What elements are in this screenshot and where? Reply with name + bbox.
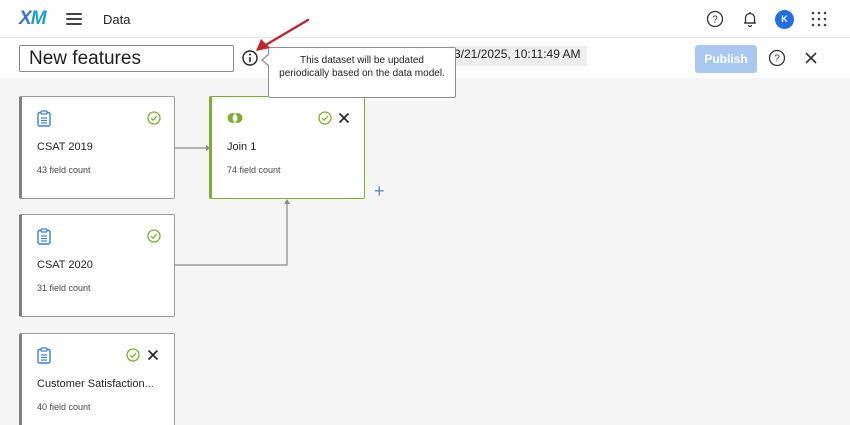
dataset-card-customer-satisfaction[interactable]: Customer Satisfaction... 40 field count — [19, 333, 175, 425]
publish-button[interactable]: Publish — [695, 45, 757, 73]
card-field-count: 43 field count — [37, 165, 91, 175]
close-icon[interactable] — [804, 51, 818, 65]
card-title: Customer Satisfaction... — [37, 378, 154, 390]
card-field-count: 31 field count — [37, 283, 91, 293]
check-circle-icon — [318, 111, 332, 125]
remove-icon[interactable] — [338, 112, 350, 124]
svg-text:?: ? — [712, 15, 718, 26]
xm-logo[interactable]: XM — [19, 8, 47, 30]
hamburger-icon[interactable] — [66, 13, 82, 25]
bell-icon[interactable] — [741, 10, 759, 28]
last-updated-timestamp: 3/21/2025, 10:11:49 AM — [448, 46, 587, 66]
add-step-plus-icon[interactable]: + — [374, 182, 385, 200]
clipboard-icon — [37, 347, 51, 364]
join-icon — [227, 113, 243, 123]
card-field-count: 40 field count — [37, 402, 91, 412]
svg-text:?: ? — [774, 54, 780, 65]
card-title: Join 1 — [227, 141, 257, 153]
top-bar: XM Data ? K — [0, 0, 850, 38]
check-circle-icon — [147, 111, 161, 125]
check-circle-icon — [147, 229, 161, 243]
clipboard-icon — [37, 110, 51, 127]
clipboard-icon — [37, 228, 51, 245]
join-card-join-1[interactable]: Join 1 74 field count — [209, 96, 365, 199]
user-avatar[interactable]: K — [775, 10, 794, 29]
check-circle-icon — [126, 348, 140, 362]
help-icon[interactable]: ? — [706, 10, 724, 28]
card-field-count: 74 field count — [227, 165, 281, 175]
card-title: CSAT 2019 — [37, 141, 93, 153]
dataset-card-csat-2019[interactable]: CSAT 2019 43 field count — [19, 96, 175, 199]
annotation-arrow-icon — [256, 18, 310, 51]
dataset-name-input[interactable] — [19, 45, 234, 72]
apps-grid-icon[interactable] — [810, 10, 828, 28]
data-model-canvas[interactable]: CSAT 2019 43 field count Join 1 74 field… — [0, 78, 850, 425]
logo-x: X — [19, 8, 32, 29]
remove-icon[interactable] — [147, 349, 159, 361]
help-icon[interactable]: ? — [768, 49, 786, 67]
app-title: Data — [103, 12, 131, 27]
card-title: CSAT 2020 — [37, 259, 93, 271]
logo-m: M — [30, 8, 47, 29]
dataset-card-csat-2020[interactable]: CSAT 2020 31 field count — [19, 214, 175, 317]
